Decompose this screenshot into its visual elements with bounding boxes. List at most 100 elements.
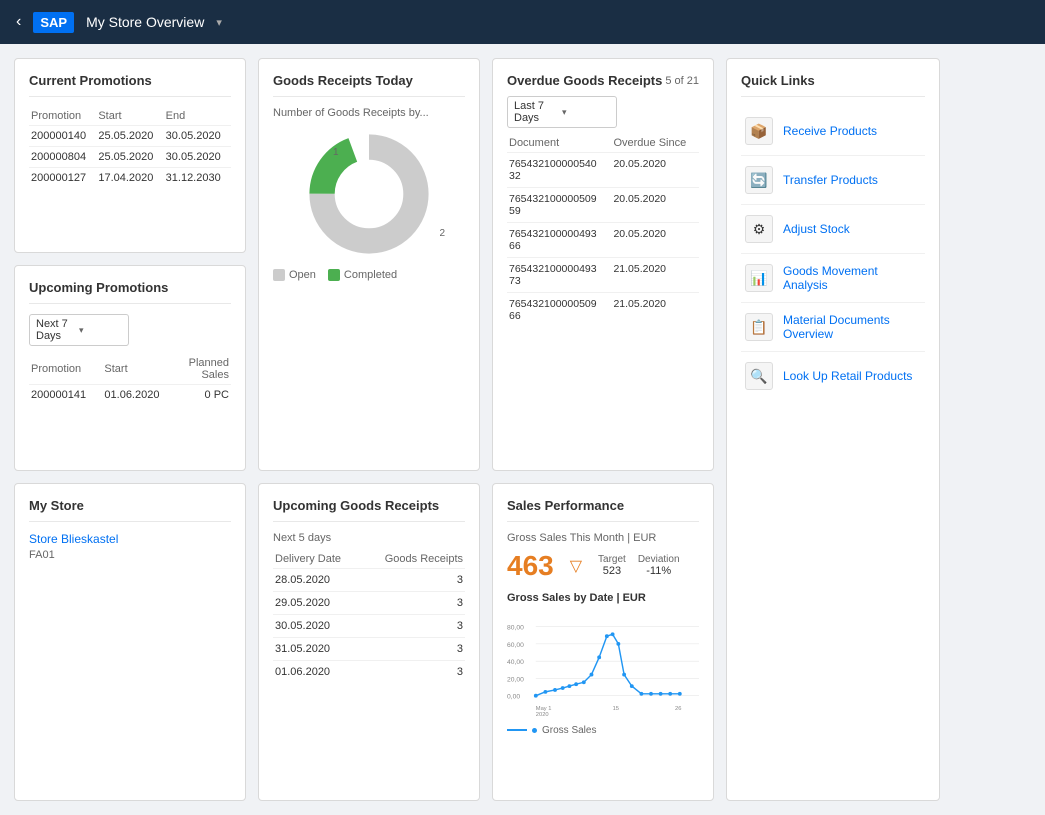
upcoming-receipts-title: Upcoming Goods Receipts — [273, 498, 465, 522]
goods-receipts-today-title: Goods Receipts Today — [273, 73, 465, 97]
overdue-badge: 5 of 21 — [665, 75, 699, 87]
main-grid: Current Promotions Promotion Start End 2… — [0, 44, 1045, 815]
col-end: End — [164, 107, 231, 126]
table-row: 7654321000004936620.05.2020 — [507, 223, 699, 258]
open-color-dot — [273, 269, 285, 281]
deviation-value: -11% — [638, 565, 680, 577]
table-row: 30.05.20203 — [273, 614, 465, 637]
sales-target: Target 523 — [598, 554, 626, 577]
table-row: 200000141 01.06.2020 0 PC — [29, 385, 231, 406]
table-row: 20000014025.05.202030.05.2020 — [29, 126, 231, 147]
col-delivery-date: Delivery Date — [273, 550, 361, 569]
chart-legend: Open Completed — [273, 269, 465, 281]
svg-text:80,00: 80,00 — [507, 624, 524, 631]
header-dropdown-arrow[interactable]: ▾ — [216, 16, 222, 29]
my-store-card: My Store Store Blieskastel FA01 — [14, 483, 246, 801]
upcoming-promotions-card: Upcoming Promotions Next 7 Days ▾ Promot… — [14, 265, 246, 470]
completed-color-dot — [328, 269, 340, 281]
quick-link-label: Goods Movement Analysis — [783, 264, 921, 292]
svg-text:20,00: 20,00 — [507, 676, 524, 683]
current-promotions-card: Current Promotions Promotion Start End 2… — [14, 58, 246, 253]
sales-performance-title: Sales Performance — [507, 498, 699, 522]
quick-link-icon: 🔍 — [745, 362, 773, 390]
table-row: 29.05.20203 — [273, 591, 465, 614]
svg-text:15: 15 — [613, 706, 619, 712]
quick-link-label: Look Up Retail Products — [783, 369, 912, 383]
donut-label-2: 2 — [439, 228, 445, 239]
col-start: Start — [102, 354, 175, 385]
deviation-label: Deviation — [638, 554, 680, 565]
table-row: 7654321000005095920.05.2020 — [507, 188, 699, 223]
overdue-filter-dropdown[interactable]: Last 7 Days ▾ — [507, 96, 617, 128]
upcoming-receipts-table: Delivery Date Goods Receipts 28.05.20203… — [273, 550, 465, 683]
current-promotions-title: Current Promotions — [29, 73, 231, 97]
upcoming-goods-receipts-card: Upcoming Goods Receipts Next 5 days Deli… — [258, 483, 480, 801]
col-promotion: Promotion — [29, 354, 102, 385]
quick-link-label: Adjust Stock — [783, 222, 850, 236]
svg-text:0,00: 0,00 — [507, 693, 520, 700]
header-title: My Store Overview — [86, 14, 204, 30]
quick-link-icon: 📦 — [745, 117, 773, 145]
overdue-filter-arrow-icon: ▾ — [562, 107, 610, 118]
sales-trend-icon: ▽ — [570, 556, 582, 576]
quick-link-icon: 📊 — [745, 264, 773, 292]
sales-value-row: 463 ▽ Target 523 Deviation -11% — [507, 550, 699, 582]
upcoming-promotions-table: Promotion Start PlannedSales 200000141 0… — [29, 354, 231, 405]
svg-text:26: 26 — [675, 706, 681, 712]
quick-link-item[interactable]: 🔄Transfer Products — [741, 156, 925, 205]
upcoming-promotions-title: Upcoming Promotions — [29, 280, 231, 304]
upcoming-promotions-filter[interactable]: Next 7 Days ▾ — [29, 314, 129, 346]
filter-arrow-icon: ▾ — [79, 325, 122, 336]
donut-chart: 1 2 — [273, 129, 465, 259]
sales-meta: Target 523 Deviation -11% — [598, 554, 680, 577]
quick-links-card: Quick Links 📦 Receive Products 🔄Transfer P… — [726, 58, 940, 801]
svg-text:60,00: 60,00 — [507, 641, 524, 648]
sales-subtitle: Gross Sales This Month | EUR — [507, 532, 699, 544]
quick-link-item[interactable]: 🔍 Look Up Retail Products — [741, 352, 925, 400]
chart-legend-row: Gross Sales — [507, 725, 699, 736]
gross-sales-chart: 80,00 60,00 40,00 20,00 0,00 May 1 2020 … — [507, 610, 699, 720]
sales-deviation: Deviation -11% — [638, 554, 680, 577]
quick-links-title: Quick Links — [741, 73, 925, 97]
overdue-filter-value: Last 7 Days — [514, 100, 562, 124]
goods-receipts-subtitle: Number of Goods Receipts by... — [273, 107, 465, 119]
upcoming-receipts-subtitle: Next 5 days — [273, 532, 465, 544]
svg-text:40,00: 40,00 — [507, 659, 524, 666]
quick-link-icon: 📋 — [745, 313, 773, 341]
table-row: 28.05.20203 — [273, 568, 465, 591]
quick-link-item[interactable]: 📋Material Documents Overview — [741, 303, 925, 352]
overdue-title: Overdue Goods Receipts — [507, 73, 662, 88]
current-promotions-table: Promotion Start End 20000014025.05.20203… — [29, 107, 231, 188]
overdue-goods-receipts-card: Overdue Goods Receipts 5 of 21 Last 7 Da… — [492, 58, 714, 471]
quick-link-item[interactable]: ⚙Adjust Stock — [741, 205, 925, 254]
col-start: Start — [96, 107, 163, 126]
goods-receipts-today-card: Goods Receipts Today Number of Goods Rec… — [258, 58, 480, 471]
store-name[interactable]: Store Blieskastel — [29, 532, 231, 546]
gross-sales-dot-legend — [532, 728, 537, 733]
quick-link-item[interactable]: 📦 Receive Products — [741, 107, 925, 156]
col-goods-receipts: Goods Receipts — [361, 550, 465, 569]
donut-svg — [304, 129, 434, 259]
target-label: Target — [598, 554, 626, 565]
sales-big-number: 463 — [507, 550, 554, 582]
overdue-header: Overdue Goods Receipts 5 of 21 — [507, 73, 699, 88]
table-row: 7654321000005403220.05.2020 — [507, 153, 699, 188]
quick-link-item[interactable]: 📊 Goods Movement Analysis — [741, 254, 925, 303]
back-button[interactable]: ‹ — [16, 13, 21, 31]
quick-link-label: Receive Products — [783, 124, 877, 138]
table-row: 20000080425.05.202030.05.2020 — [29, 147, 231, 168]
table-row: 7654321000005096621.05.2020 — [507, 293, 699, 328]
col-promotion: Promotion — [29, 107, 96, 126]
sap-logo: SAP — [33, 12, 74, 33]
gross-sales-chart-title: Gross Sales by Date | EUR — [507, 592, 699, 604]
donut-label-1: 1 — [333, 147, 339, 158]
table-row: 20000012717.04.202031.12.2030 — [29, 168, 231, 189]
col-document: Document — [507, 134, 611, 153]
legend-open-label: Open — [289, 269, 316, 281]
overdue-table: Document Overdue Since 76543210000054032… — [507, 134, 699, 327]
gross-sales-legend-label: Gross Sales — [542, 725, 596, 736]
header: ‹ SAP My Store Overview ▾ — [0, 0, 1045, 44]
legend-completed-label: Completed — [344, 269, 397, 281]
col-planned-sales: PlannedSales — [176, 354, 231, 385]
quick-links-list: 📦 Receive Products 🔄Transfer Products⚙Adju… — [741, 107, 925, 400]
